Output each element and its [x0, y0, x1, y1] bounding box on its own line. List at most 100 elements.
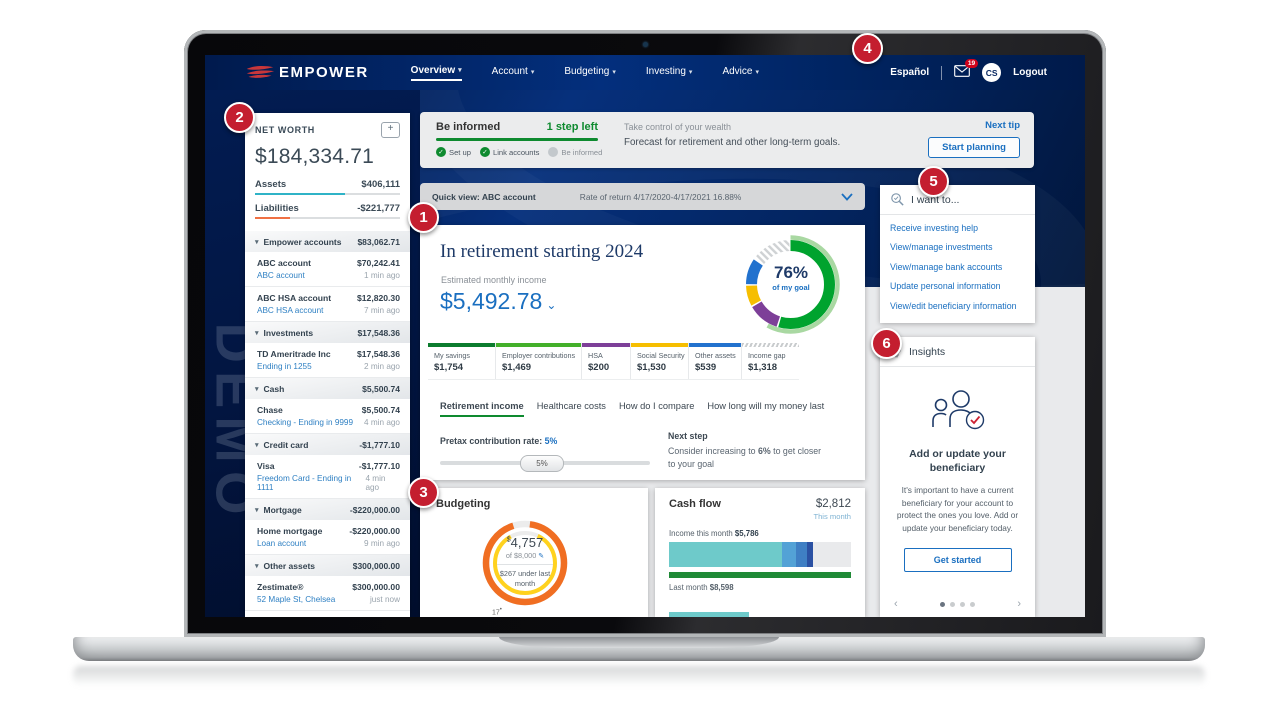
empower-logo[interactable]: EMPOWER: [245, 64, 369, 81]
account-group-value: -$1,777.10: [359, 440, 400, 450]
quick-view-label: Quick view: ABC account: [432, 192, 536, 202]
account-group-header[interactable]: ▾ Investments $17,548.36: [245, 322, 410, 343]
account-row-main: TD Ameritrade Inc$17,548.36: [257, 349, 400, 359]
quick-view-bar[interactable]: Quick view: ABC account Rate of return 4…: [420, 183, 865, 210]
budgeting-title: Budgeting: [436, 498, 490, 510]
partial-bar: [669, 612, 749, 617]
account-group-header[interactable]: ▾Mortgage-$220,000.00: [245, 499, 410, 520]
tab-retirement-income[interactable]: Retirement income: [440, 401, 524, 417]
account-value: $70,242.41: [357, 258, 400, 268]
chevron-down-icon[interactable]: [841, 193, 853, 201]
messages-button[interactable]: 19: [954, 65, 970, 80]
collapse-caret-icon: ▾: [255, 238, 259, 246]
nav-item-overview[interactable]: Overview▾: [411, 65, 462, 81]
carousel-dot[interactable]: [950, 602, 955, 607]
account-row[interactable]: ABC account$70,242.41 ABC account1 min ag…: [245, 252, 410, 287]
promo-title: Take control of your wealth: [624, 122, 840, 132]
collapse-caret-icon: ▾: [255, 441, 259, 449]
nav-item-investing[interactable]: Investing▾: [646, 65, 693, 81]
carousel-prev-button[interactable]: ‹: [894, 598, 898, 610]
collapse-caret-icon: ▾: [255, 329, 259, 337]
cash-flow-title: Cash flow: [669, 498, 721, 521]
divider: [941, 66, 942, 80]
last-month-label: Last month $8,598: [669, 583, 851, 592]
income-stacked-bar: [669, 542, 851, 567]
income-source-label: Social Security: [637, 351, 682, 360]
budgeting-card[interactable]: Budgeting $4,757 of $8,000 ✎ $267 under …: [420, 488, 648, 617]
account-group-value: $83,062.71: [357, 237, 400, 247]
account-row[interactable]: TD Ameritrade Inc$17,548.36Ending in 125…: [245, 343, 410, 378]
onboarding-step-label: Set up: [449, 148, 471, 157]
net-worth-value: $184,334.71: [255, 145, 400, 169]
callout-2: 2: [224, 102, 255, 133]
carousel-dot[interactable]: [940, 602, 945, 607]
quick-link[interactable]: View/edit beneficiary information: [890, 301, 1025, 312]
add-account-button[interactable]: +: [381, 122, 400, 138]
chevron-down-icon: ⌄: [546, 298, 556, 312]
income-source-color-strip: [428, 343, 495, 347]
account-updated: 4 min ago: [364, 418, 400, 427]
rate-of-return: Rate of return 4/17/2020-4/17/2021 16.88…: [580, 192, 742, 202]
retirement-title: In retirement starting 2024: [440, 241, 643, 263]
carousel-dot[interactable]: [960, 602, 965, 607]
insights-title: Insights: [909, 346, 945, 358]
cash-flow-card[interactable]: Cash flow $2,812 This month Income this …: [655, 488, 865, 617]
account-updated: 4 min ago: [365, 474, 400, 492]
quick-link[interactable]: Update personal information: [890, 281, 1025, 292]
callout-4: 4: [852, 33, 883, 64]
chevron-down-icon: ▾: [612, 68, 616, 76]
onboarding-progress-bar: [436, 138, 598, 141]
budget-axis-tick: 17•: [492, 607, 502, 616]
quick-link[interactable]: Receive investing help: [890, 223, 1025, 234]
carousel-dot[interactable]: [970, 602, 975, 607]
account-row-main: ABC account$70,242.41: [257, 258, 400, 268]
laptop-lid-scoop: [499, 637, 779, 648]
assets-label: Assets: [255, 179, 286, 190]
carousel-next-button[interactable]: ›: [1017, 598, 1021, 610]
account-row-sub: ABC account1 min ago: [257, 271, 400, 280]
account-group-header[interactable]: ▾Other assets$300,000.00: [245, 555, 410, 576]
net-worth-title: NET WORTH: [255, 125, 315, 135]
tab-healthcare-costs[interactable]: Healthcare costs: [537, 401, 606, 417]
nav-item-budgeting[interactable]: Budgeting▾: [564, 65, 616, 81]
contribution-slider[interactable]: 5%: [440, 461, 650, 465]
logo-text: EMPOWER: [279, 64, 369, 81]
income-source-cell: My savings$1,754: [428, 343, 496, 379]
account-updated: 9 min ago: [364, 539, 400, 548]
monthly-income-dropdown[interactable]: $5,492.78⌄: [440, 288, 556, 315]
nav-item-account[interactable]: Account▾: [492, 65, 535, 81]
account-group-header[interactable]: ▾Empower accounts$83,062.71: [245, 231, 410, 252]
edit-pencil-icon[interactable]: ✎: [538, 553, 544, 560]
account-row[interactable]: Home mortgage-$220,000.00Loan account9 m…: [245, 520, 410, 555]
account-row[interactable]: Visa-$1,777.10Freedom Card - Ending in 1…: [245, 455, 410, 499]
account-row[interactable]: Chase$5,500.74Checking - Ending in 99994…: [245, 399, 410, 434]
account-group-header[interactable]: ▾Cash$5,500.74: [245, 378, 410, 399]
avatar[interactable]: CS: [982, 63, 1001, 82]
start-planning-button[interactable]: Start planning: [928, 137, 1020, 158]
account-group-value: $17,548.36: [357, 328, 400, 338]
onboarding-step-label: Link accounts: [493, 148, 539, 157]
account-row-main: ABC HSA account$12,820.30: [257, 293, 400, 303]
income-source-cell: HSA$200: [582, 343, 631, 379]
get-started-button[interactable]: Get started: [904, 548, 1012, 572]
account-group-header[interactable]: ▾Credit card-$1,777.10: [245, 434, 410, 455]
account-row-main: Home mortgage-$220,000.00: [257, 526, 400, 536]
onboarding-title: Be informed: [436, 121, 500, 133]
account-group-value: $300,000.00: [353, 561, 400, 571]
quick-link[interactable]: View/manage investments: [890, 242, 1025, 253]
logout-button[interactable]: Logout: [1013, 67, 1047, 78]
account-row[interactable]: ABC HSA account$12,820.30ABC HSA account…: [245, 287, 410, 322]
tab-how-long-will-my-money-last[interactable]: How long will my money last: [707, 401, 824, 417]
account-group-label: Investments: [264, 328, 314, 338]
quick-links: Receive investing help View/manage invest…: [880, 215, 1035, 312]
income-source-value: $1,318: [748, 362, 793, 373]
quick-link[interactable]: View/manage bank accounts: [890, 262, 1025, 273]
slider-handle[interactable]: 5%: [520, 455, 564, 472]
tab-how-do-i-compare[interactable]: How do I compare: [619, 401, 694, 417]
account-row[interactable]: Zestimate®$300,000.0052 Maple St, Chelse…: [245, 576, 410, 611]
onboarding-step: ✓Set up: [436, 147, 471, 157]
next-tip-link[interactable]: Next tip: [928, 120, 1020, 131]
language-toggle[interactable]: Español: [890, 67, 929, 78]
nav-item-advice[interactable]: Advice▾: [722, 65, 759, 81]
onboarding-step: ✓Link accounts: [480, 147, 539, 157]
